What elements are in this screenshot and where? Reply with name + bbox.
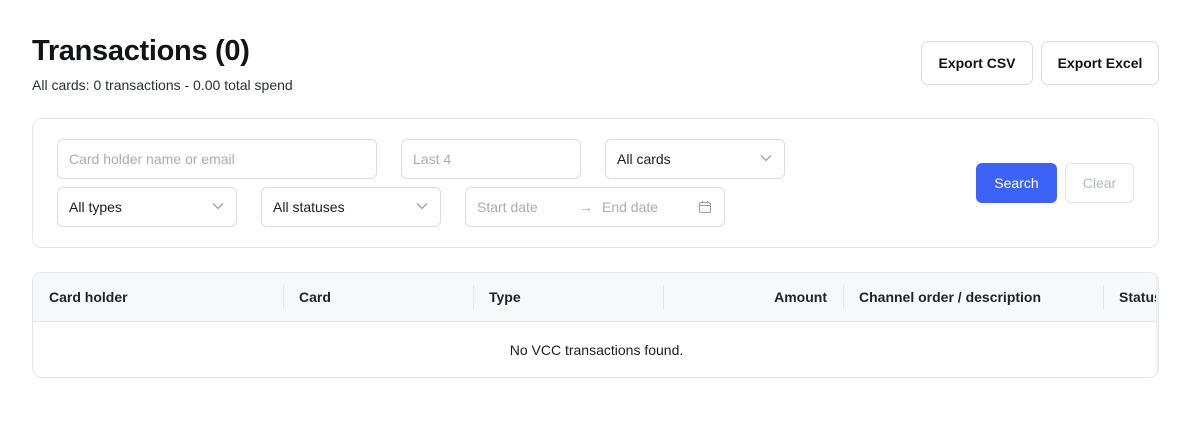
column-header-status[interactable]: Status <box>1119 273 1158 321</box>
statuses-select-value: All statuses <box>273 199 345 215</box>
chevron-down-icon <box>416 203 428 210</box>
types-select-value: All types <box>69 199 122 215</box>
end-date-placeholder[interactable]: End date <box>602 199 658 215</box>
page-title: Transactions (0) <box>32 35 250 67</box>
transactions-table: Card holder Card Type Amount Channel ord… <box>32 272 1159 378</box>
chevron-down-icon <box>760 155 772 162</box>
empty-state-message: No VCC transactions found. <box>509 342 684 358</box>
column-divider <box>283 285 284 309</box>
column-divider <box>473 285 474 309</box>
export-excel-button[interactable]: Export Excel <box>1041 41 1159 85</box>
card-holder-search-input[interactable]: Card holder name or email <box>57 139 377 179</box>
statuses-select[interactable]: All statuses <box>261 187 441 227</box>
types-select[interactable]: All types <box>57 187 237 227</box>
last4-placeholder: Last 4 <box>413 151 452 167</box>
cards-select-value: All cards <box>617 151 671 167</box>
chevron-down-icon <box>212 203 224 210</box>
date-range-picker[interactable]: Start date → End date <box>465 187 725 227</box>
column-header-channel-order[interactable]: Channel order / description <box>859 273 1041 321</box>
card-holder-placeholder: Card holder name or email <box>69 151 235 167</box>
column-header-card-holder[interactable]: Card holder <box>49 273 128 321</box>
date-range-arrow-icon: → <box>579 199 593 215</box>
search-button[interactable]: Search <box>976 163 1057 203</box>
column-header-type[interactable]: Type <box>489 273 521 321</box>
filter-panel: Card holder name or email Last 4 All car… <box>32 118 1159 248</box>
clear-button[interactable]: Clear <box>1065 163 1134 203</box>
column-divider <box>843 285 844 309</box>
column-header-card[interactable]: Card <box>299 273 331 321</box>
cards-select[interactable]: All cards <box>605 139 785 179</box>
table-header: Card holder Card Type Amount Channel ord… <box>33 273 1158 322</box>
last4-input[interactable]: Last 4 <box>401 139 581 179</box>
horizontal-scroll-edge[interactable] <box>1156 273 1158 377</box>
start-date-placeholder[interactable]: Start date <box>477 199 538 215</box>
calendar-icon <box>698 201 712 214</box>
column-divider <box>1103 285 1104 309</box>
page-subtitle: All cards: 0 transactions - 0.00 total s… <box>32 77 293 93</box>
transactions-page: Transactions (0) All cards: 0 transactio… <box>0 0 1191 425</box>
export-csv-button[interactable]: Export CSV <box>921 41 1033 85</box>
column-header-amount[interactable]: Amount <box>663 273 827 321</box>
